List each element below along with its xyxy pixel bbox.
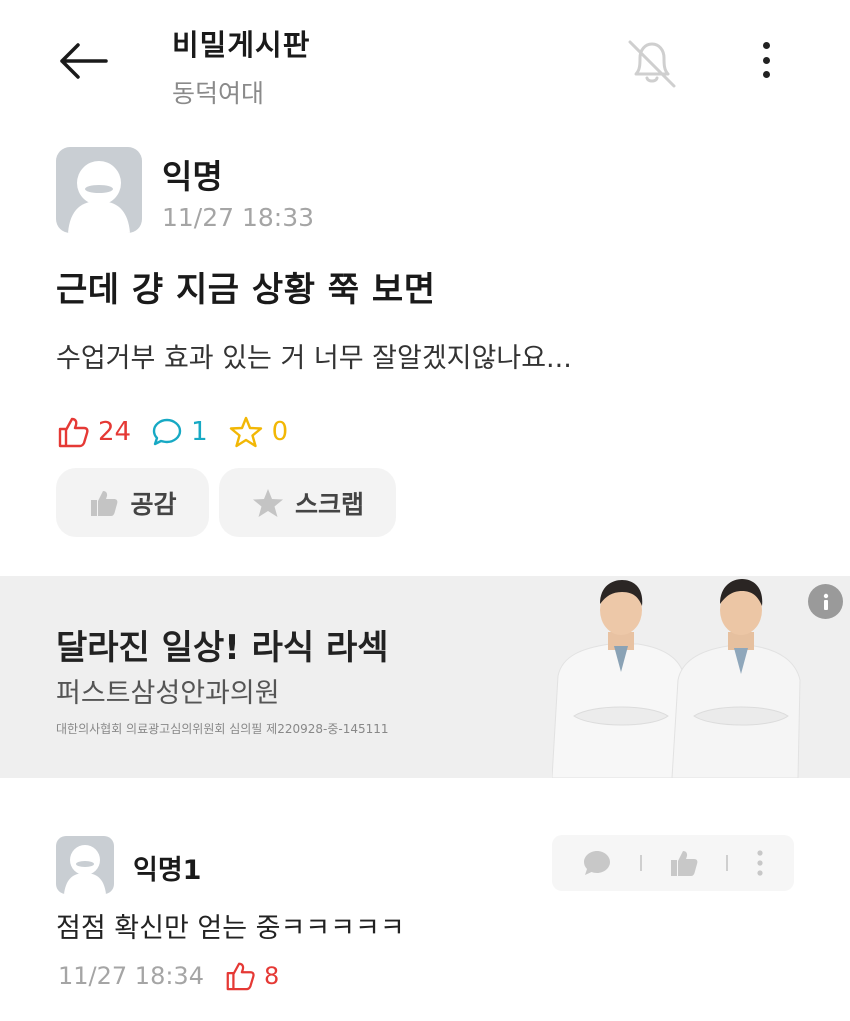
comment-text: 점점 확신만 얻는 중ㅋㅋㅋㅋㅋ — [56, 913, 405, 944]
board-title: 비밀게시판 — [172, 28, 311, 62]
post-stats: 24 1 0 — [56, 412, 308, 452]
post-timestamp: 11/27 18:33 — [162, 203, 315, 232]
ad-clinic-name: 퍼스트삼성안과의원 — [56, 678, 280, 709]
ad-banner[interactable]: 달라진 일상! 라식 라섹 퍼스트삼성안과의원 대한의사협회 의료광고심의위원회… — [0, 576, 850, 778]
like-count-value: 24 — [98, 417, 132, 447]
like-button-label: 공감 — [130, 489, 177, 519]
more-options-button[interactable] — [750, 38, 782, 82]
comment-count: 1 — [151, 416, 208, 448]
more-vertical-icon — [762, 42, 770, 49]
thumbs-up-icon — [226, 962, 255, 991]
bell-off-icon — [628, 40, 676, 88]
comment-like-count: 8 — [263, 962, 280, 990]
avatar — [56, 147, 142, 233]
post-title: 근데 걍 지금 상황 쭉 보면 — [56, 270, 436, 310]
scrap-count: 0 — [228, 415, 289, 449]
comment-actions — [552, 835, 794, 891]
star-icon — [229, 416, 262, 448]
star-icon — [252, 488, 283, 517]
scrap-button-label: 스크랩 — [294, 489, 364, 519]
comment-bubble-icon — [152, 418, 182, 446]
ad-disclaimer: 대한의사협회 의료광고심의위원회 심의필 제220928-중-145111 — [56, 722, 389, 736]
ad-headline: 달라진 일상! 라식 라섹 — [56, 628, 389, 668]
post-author: 익명 — [162, 157, 223, 196]
scrap-button[interactable]: 스크랩 — [219, 468, 396, 537]
comment-avatar — [56, 836, 114, 894]
notification-toggle[interactable] — [620, 30, 684, 94]
comment-timestamp: 11/27 18:34 — [58, 962, 204, 990]
post-body: 수업거부 효과 있는 거 너무 잘알겠지않나요... — [56, 343, 572, 374]
comment-meta: 11/27 18:34 8 — [58, 958, 279, 994]
ad-doctors-image — [552, 579, 801, 778]
thumbs-up-icon — [91, 490, 118, 516]
scrap-count-value: 0 — [271, 417, 289, 447]
back-button[interactable] — [56, 36, 116, 86]
arrow-left-icon — [60, 43, 108, 79]
more-vertical-icon[interactable] — [755, 849, 765, 877]
comment-author: 익명1 — [133, 855, 202, 886]
board-title-group: 비밀게시판 동덕여대 — [172, 22, 310, 110]
ad-info-button[interactable] — [808, 584, 843, 619]
comment-count-value: 1 — [191, 417, 208, 447]
app-header: 비밀게시판 동덕여대 — [0, 0, 850, 120]
info-icon — [823, 593, 828, 610]
school-name: 동덕여대 — [172, 79, 265, 108]
like-button[interactable]: 공감 — [56, 468, 209, 537]
thumbs-up-icon[interactable] — [668, 847, 700, 879]
like-count: 24 — [56, 415, 131, 449]
reply-icon[interactable] — [581, 848, 613, 878]
thumbs-up-icon — [58, 417, 89, 448]
